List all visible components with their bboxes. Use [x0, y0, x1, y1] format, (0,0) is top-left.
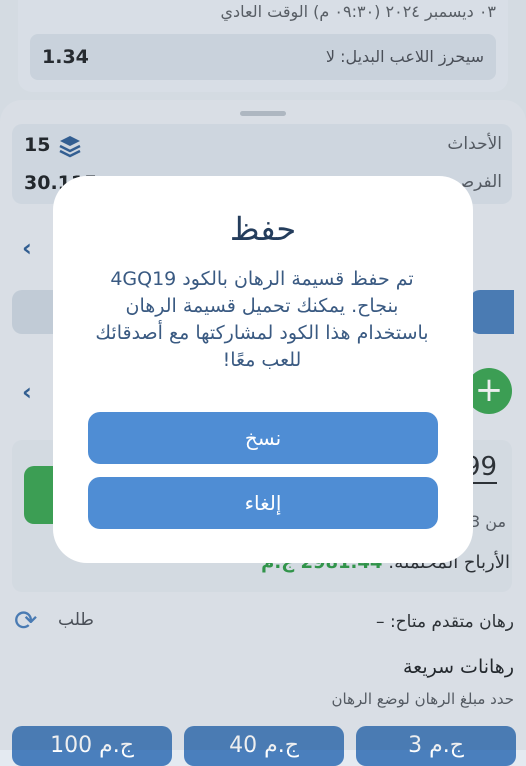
copy-button[interactable]: نسخ [88, 412, 438, 464]
dialog-title: حفظ [229, 210, 297, 248]
cancel-button[interactable]: إلغاء [88, 477, 438, 529]
dialog-message: تم حفظ قسيمة الرهان بالكود 4GQ19 بنجاح. … [95, 268, 429, 371]
